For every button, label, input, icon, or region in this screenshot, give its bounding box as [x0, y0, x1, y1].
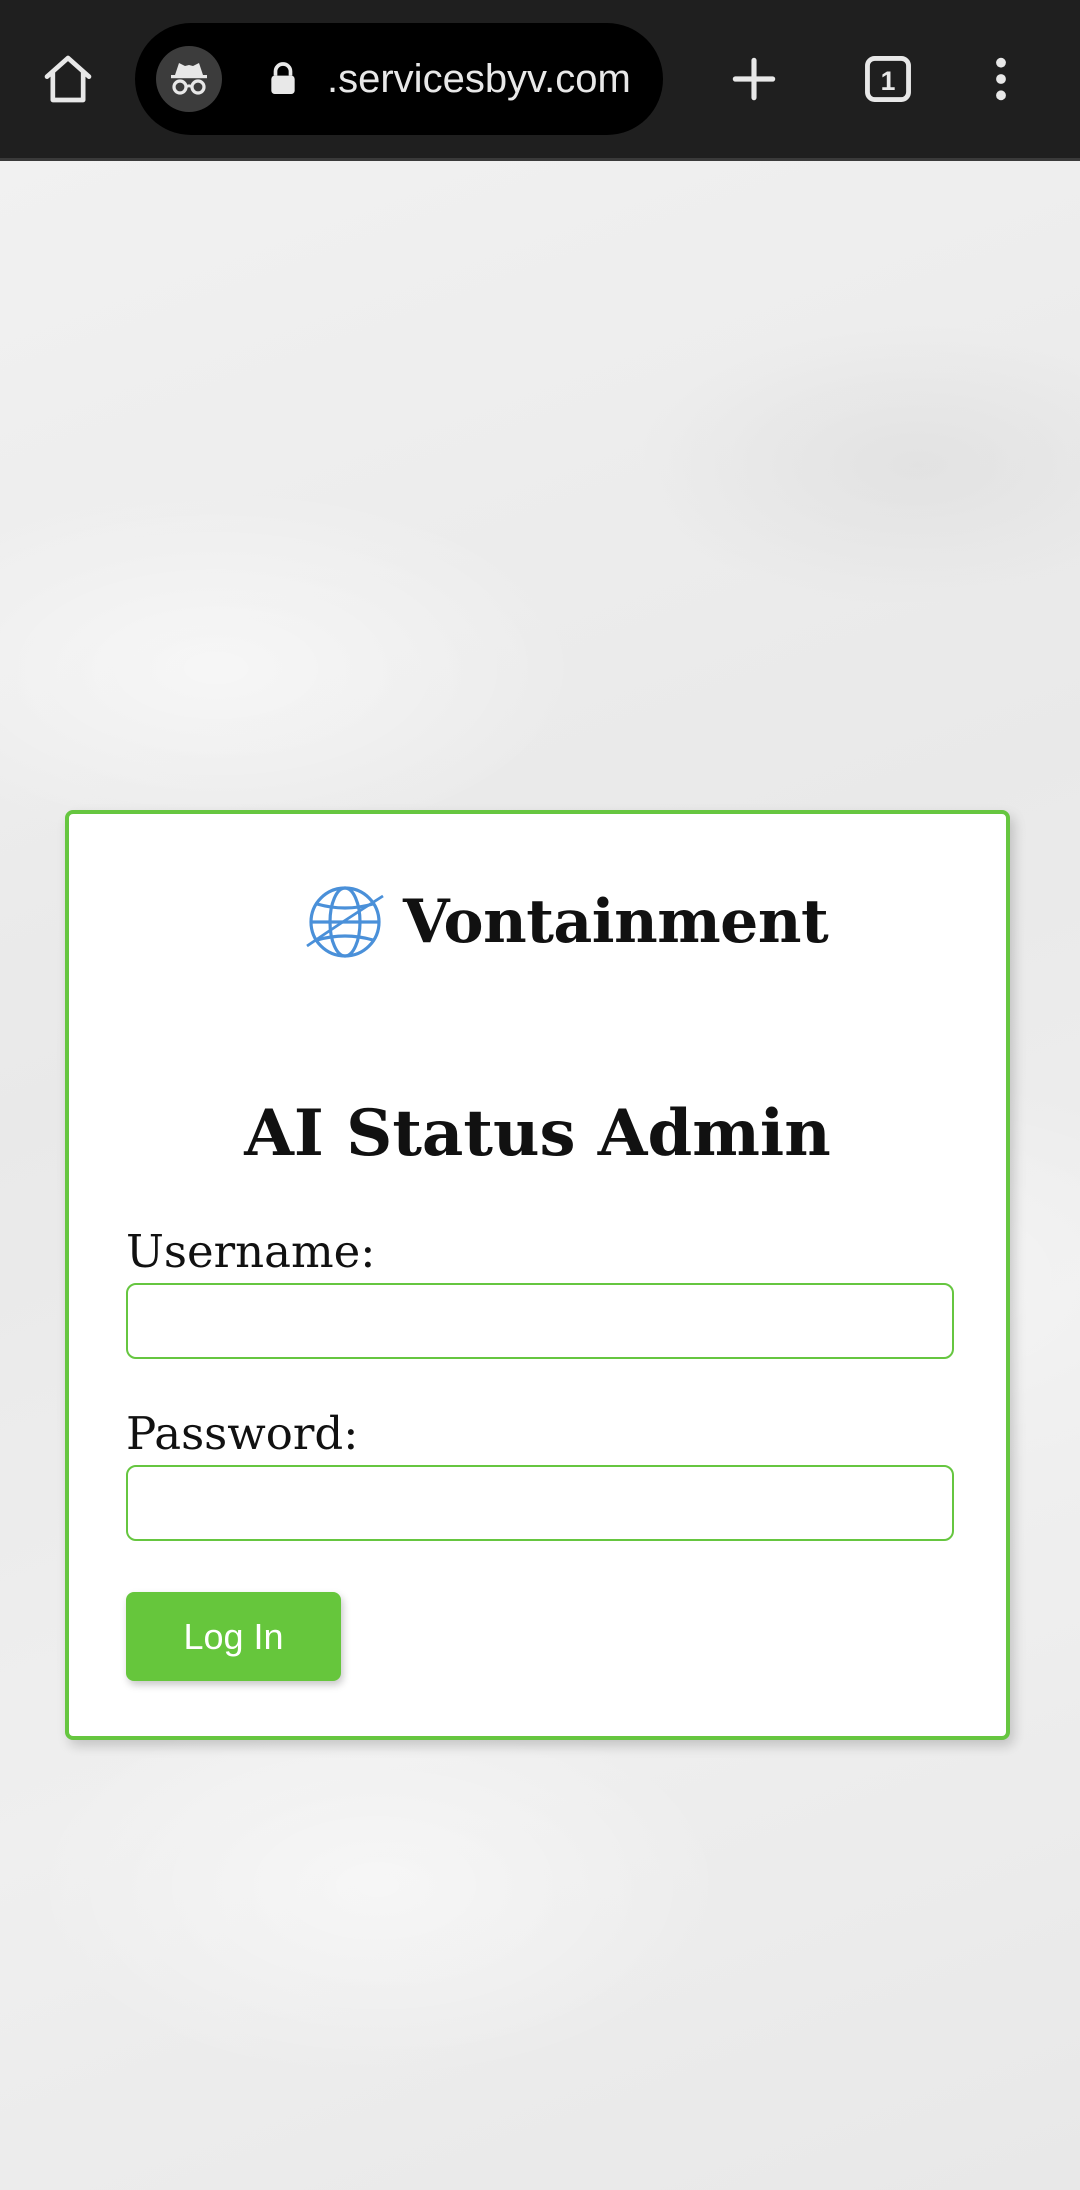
login-button[interactable]: Log In [126, 1592, 341, 1681]
tab-count: 1 [881, 66, 896, 96]
username-field[interactable] [126, 1283, 954, 1359]
home-button[interactable] [19, 30, 117, 128]
tab-switcher-button[interactable]: 1 [839, 30, 937, 128]
password-label: Password: [126, 1407, 359, 1460]
page-title: AI Status Admin [244, 1096, 831, 1171]
browser-toolbar: .servicesbyv.com 1 [0, 0, 1080, 161]
address-bar[interactable]: .servicesbyv.com [135, 23, 663, 135]
globe-icon [306, 886, 384, 958]
new-tab-button[interactable] [705, 30, 803, 128]
login-card: Vontainment AI Status Admin Username: Pa… [65, 810, 1010, 1740]
logo: Vontainment [301, 880, 829, 964]
browser-menu-button[interactable] [952, 30, 1050, 128]
username-label: Username: [126, 1225, 376, 1278]
more-vert-icon [996, 57, 1006, 101]
plus-icon [732, 57, 776, 101]
url-text[interactable]: .servicesbyv.com [327, 51, 631, 107]
home-icon [44, 55, 92, 103]
logo-wordmark: Vontainment [403, 887, 829, 957]
lock-icon[interactable] [263, 59, 303, 99]
password-field[interactable] [126, 1465, 954, 1541]
incognito-icon [171, 63, 207, 95]
incognito-badge[interactable] [156, 46, 222, 112]
tab-switcher-icon: 1 [865, 56, 911, 102]
